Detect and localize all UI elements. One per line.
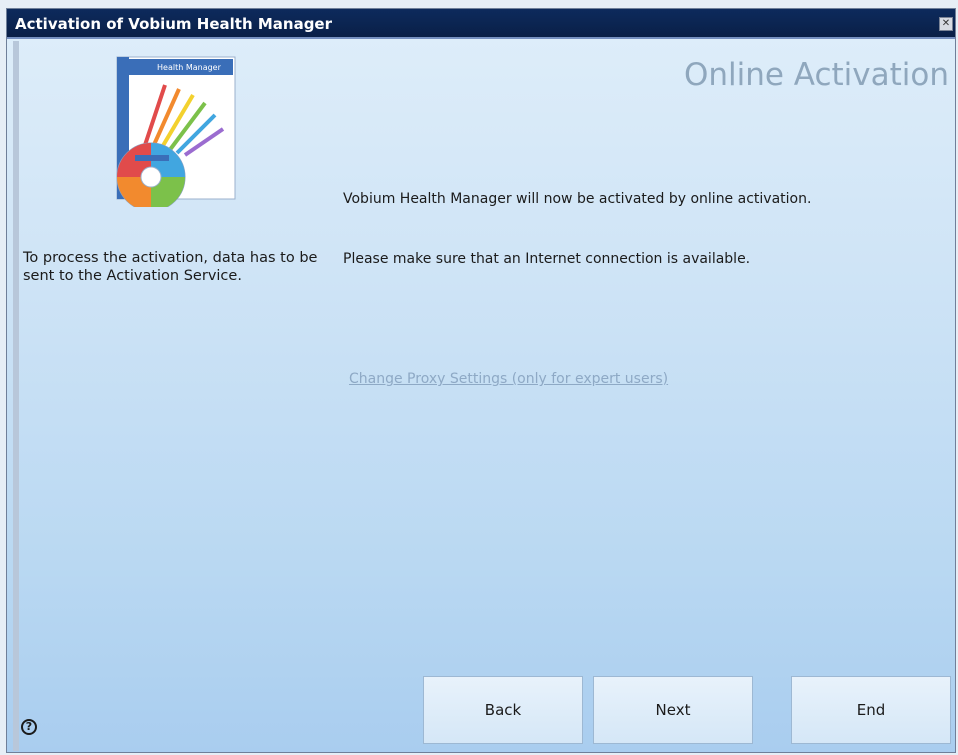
product-box-icon: Health Manager	[116, 56, 236, 207]
end-button[interactable]: End	[791, 676, 951, 744]
title-bar: Activation of Vobium Health Manager ✕	[7, 9, 955, 39]
window-title: Activation of Vobium Health Manager	[15, 15, 333, 33]
connection-message: Please make sure that an Internet connec…	[343, 251, 751, 267]
product-box-title: Health Manager	[157, 63, 222, 72]
help-icon[interactable]: ?	[21, 719, 37, 735]
activation-window: Activation of Vobium Health Manager ✕ On…	[6, 8, 956, 753]
next-button[interactable]: Next	[593, 676, 753, 744]
window-left-border	[13, 41, 19, 751]
activation-info-text: To process the activation, data has to b…	[23, 250, 318, 284]
close-icon[interactable]: ✕	[939, 17, 953, 31]
activation-message: Vobium Health Manager will now be activa…	[343, 191, 812, 207]
change-proxy-link[interactable]: Change Proxy Settings (only for expert u…	[349, 371, 668, 387]
page-heading: Online Activation	[683, 57, 949, 93]
back-button[interactable]: Back	[423, 676, 583, 744]
